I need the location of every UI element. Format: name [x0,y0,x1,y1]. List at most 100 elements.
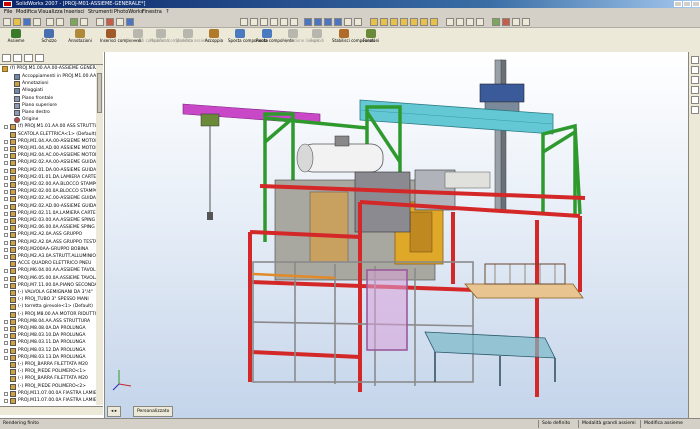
menu-modifica[interactable]: Modifica [16,8,37,17]
four-view-icon[interactable] [476,18,484,26]
expand-toggle-icon[interactable] [4,219,8,223]
expand-toggle-icon[interactable] [4,139,8,144]
save-icon[interactable] [23,18,31,26]
menu-file[interactable]: File [4,8,12,17]
solidworks-resources-icon[interactable] [691,56,699,64]
left-view-icon[interactable] [390,18,398,26]
expand-toggle-icon[interactable] [4,247,8,252]
feature-tree-tab-icon[interactable] [2,54,11,62]
zoom-area-icon[interactable] [250,18,258,26]
configuration-manager-tab-icon[interactable] [24,54,33,62]
menu-help[interactable]: ? [166,8,169,17]
back-view-icon[interactable] [380,18,388,26]
right-view-icon[interactable] [400,18,408,26]
undo-icon[interactable] [46,18,54,26]
menu-inserisci[interactable]: Inserisci [64,8,85,17]
configuration-tab[interactable]: Personalizzato [133,406,174,417]
expand-toggle-icon[interactable] [4,391,8,396]
expand-toggle-icon[interactable] [4,204,8,209]
command-nascondi-componenti-button[interactable]: Nascondi componenti [126,29,169,51]
minimize-button[interactable] [674,1,682,7]
model-tab[interactable]: ◂ ▸ [107,406,121,417]
expand-toggle-icon[interactable] [4,168,8,173]
expand-toggle-icon[interactable] [4,348,8,353]
appearances-icon[interactable] [691,106,699,114]
bottom-view-icon[interactable] [420,18,428,26]
expand-toggle-icon[interactable] [4,233,8,238]
view-orientation-icon[interactable] [126,18,134,26]
expand-toggle-icon[interactable] [4,255,8,259]
command-modifica-assieme-button[interactable]: Modifica assieme [176,29,211,51]
wireframe-icon[interactable] [304,18,312,26]
command-ruota-componente-button[interactable]: Ruota componente [256,29,294,51]
expand-toggle-icon[interactable] [4,283,8,288]
command-ripetizione-lineare-button[interactable]: Ripetizione lineare [282,29,319,51]
command-annotazioni-button[interactable]: Annotazioni [64,29,96,51]
menu-finestra[interactable]: Finestra [142,8,162,17]
graphics-area[interactable]: ◂ ▸ Personalizzato [105,52,688,418]
measure-icon[interactable] [512,18,520,26]
isometric-view-icon[interactable] [430,18,438,26]
expand-toggle-icon[interactable] [4,327,8,331]
zoom-in-out-icon[interactable] [260,18,268,26]
expand-toggle-icon[interactable] [4,175,8,180]
command-schizzo-button[interactable]: Schizzo [38,29,60,51]
expand-toggle-icon[interactable] [4,240,8,245]
tree-horizontal-scrollbar[interactable] [0,406,103,415]
expand-toggle-icon[interactable] [4,183,8,187]
command-assieme-button[interactable]: Assieme [4,29,28,51]
rotate-view-icon[interactable] [280,18,288,26]
command-stabilisci-componenti-button[interactable]: Stabilisci componenti [332,29,375,51]
menu-photoworks[interactable]: PhotoWorks [114,8,144,17]
design-library-icon[interactable] [691,66,699,74]
command-modifica-componente-button[interactable]: Modifica componente [150,29,193,51]
appearance-icon[interactable] [502,18,510,26]
expand-toggle-icon[interactable] [4,276,8,281]
shaded-icon[interactable] [334,18,342,26]
menu-strumenti[interactable]: Strumenti [88,8,113,17]
command-funzioni-button[interactable]: Funzioni [360,29,382,51]
maximize-button[interactable] [683,1,691,7]
pan-icon[interactable] [290,18,298,26]
normal-to-icon[interactable] [446,18,454,26]
expand-toggle-icon[interactable] [4,334,8,339]
two-view-icon[interactable] [466,18,474,26]
command-sposta-componente-button[interactable]: Sposta componente [228,29,268,51]
command-accoppia-button[interactable]: Accoppia [204,29,224,51]
mass-properties-icon[interactable] [522,18,530,26]
expand-toggle-icon[interactable] [4,226,8,231]
file-explorer-icon[interactable] [691,76,699,84]
hidden-lines-icon[interactable] [314,18,322,26]
command-inserisci-componenti-button[interactable]: Inserisci componenti [100,29,141,51]
select-icon[interactable] [96,18,104,26]
command-esplodi-button[interactable]: Esplodi [308,29,326,51]
expand-toggle-icon[interactable] [4,125,8,130]
redo-icon[interactable] [56,18,64,26]
appearance-manager-tab-icon[interactable] [35,54,44,62]
expand-toggle-icon[interactable] [4,154,8,159]
front-view-icon[interactable] [370,18,378,26]
print-icon[interactable] [33,18,41,26]
open-icon[interactable] [13,18,21,26]
smart-dimension-icon[interactable] [116,18,124,26]
single-view-icon[interactable] [456,18,464,26]
expand-toggle-icon[interactable] [4,147,8,151]
expand-toggle-icon[interactable] [4,161,8,166]
expand-toggle-icon[interactable] [4,399,8,403]
zoom-fit-icon[interactable] [240,18,248,26]
shadows-icon[interactable] [344,18,352,26]
new-icon[interactable] [3,18,11,26]
section-view-icon[interactable] [354,18,362,26]
view-palette-icon[interactable] [691,96,699,104]
expand-toggle-icon[interactable] [4,197,8,202]
search-icon[interactable] [691,86,699,94]
expand-toggle-icon[interactable] [4,211,8,216]
scroll-thumb[interactable] [97,73,102,113]
sketch-icon[interactable] [106,18,114,26]
tree-vertical-scrollbar[interactable] [96,65,103,405]
expand-toggle-icon[interactable] [4,190,8,195]
menu-visualizza[interactable]: Visualizza [38,8,63,17]
options-icon[interactable] [80,18,88,26]
property-manager-tab-icon[interactable] [13,54,22,62]
top-view-icon[interactable] [410,18,418,26]
